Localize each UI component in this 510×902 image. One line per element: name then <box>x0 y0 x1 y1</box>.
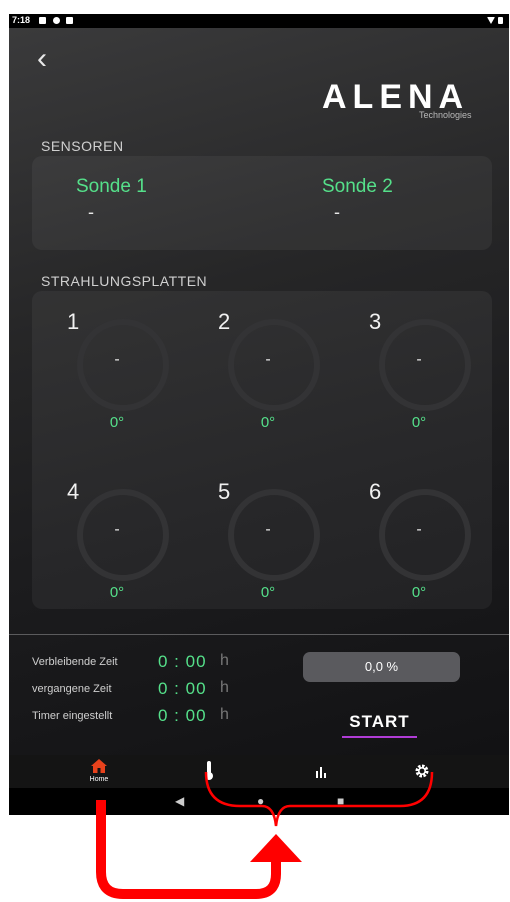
annotation-overlay <box>96 771 434 899</box>
annotation-arrow-head <box>250 834 302 862</box>
annotation-arrow-line <box>96 800 281 899</box>
annotation-bracket <box>204 771 434 827</box>
